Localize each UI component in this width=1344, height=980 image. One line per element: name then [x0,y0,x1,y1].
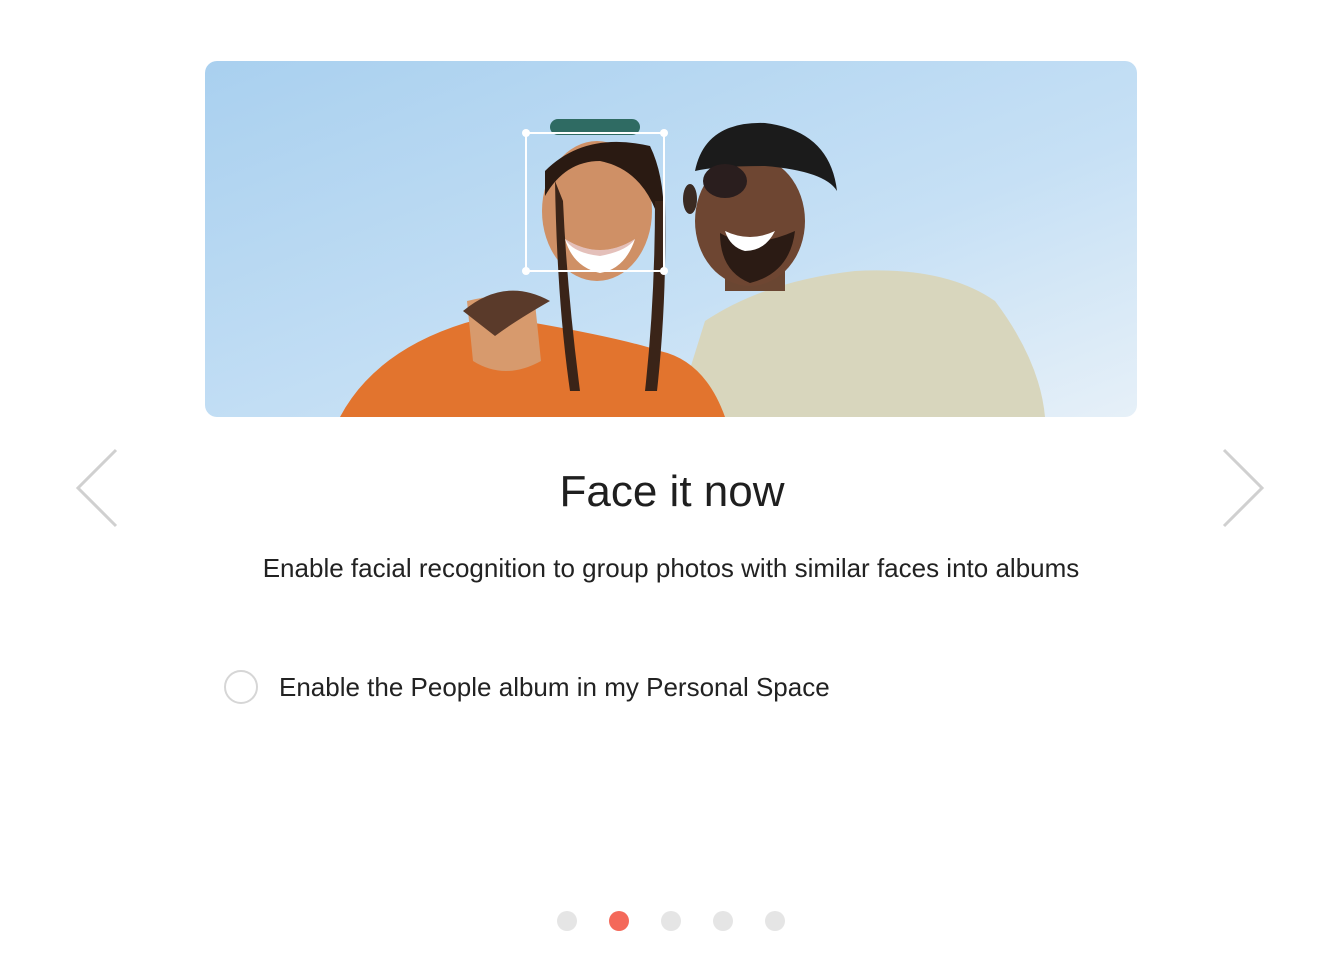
pagination-dot-3[interactable] [661,911,681,931]
enable-people-album-option[interactable]: Enable the People album in my Personal S… [224,664,830,710]
enable-people-album-label: Enable the People album in my Personal S… [279,671,830,702]
pagination-dot-5[interactable] [765,911,785,931]
slide-title: Face it now [559,467,785,516]
hero-illustration [205,61,1137,417]
pagination-dot-4[interactable] [713,911,733,931]
pagination-dots [557,911,785,931]
hero-photo [205,61,1137,417]
slide-description: Enable facial recognition to group photo… [262,553,1080,583]
enable-people-album-radio[interactable] [224,670,258,704]
pagination-dot-2[interactable] [609,911,629,931]
pagination-dot-1[interactable] [557,911,577,931]
